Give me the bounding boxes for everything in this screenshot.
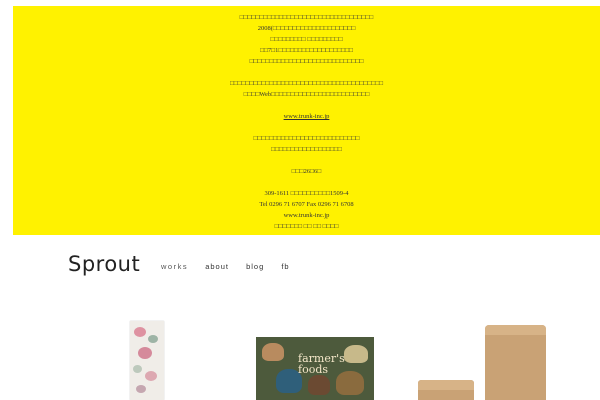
work-thumbnail-envelope-small[interactable] bbox=[418, 380, 474, 400]
work-thumbnail-envelope-tall[interactable] bbox=[485, 325, 546, 400]
banner-phone: Tel 0296 71 6707 Fax 0296 71 6708 bbox=[259, 201, 354, 208]
work-thumbnail-floral-bookmark[interactable] bbox=[130, 321, 164, 400]
banner-line: □□□□□□□□□□□□□□□□□□□□□□□□□□□□□□□□□□ bbox=[239, 14, 374, 21]
banner-line: □□7□1□□□□□□□□□□□□□□□□□□□ bbox=[260, 47, 353, 54]
banner-line: □□□□□□□□□ □□□□□□□□□ bbox=[270, 36, 343, 43]
nav-item-about[interactable]: about bbox=[205, 262, 229, 271]
banner-company: □□□□□□□ □□ □□ □□□□ bbox=[274, 223, 339, 230]
banner-address: 309-1611 □□□□□□□□□□1509-4 bbox=[264, 190, 349, 197]
banner-line: □□□□Web□□□□□□□□□□□□□□□□□□□□□□□□□ bbox=[243, 91, 370, 98]
work-thumbnail-farmers-foods[interactable]: farmer's foods bbox=[256, 337, 374, 400]
site-nav: Sprout works about blog fb bbox=[68, 252, 588, 282]
thumbnail-title: farmer's foods bbox=[298, 352, 345, 376]
announcement-banner: □□□□□□□□□□□□□□□□□□□□□□□□□□□□□□□□□□ 2008(… bbox=[13, 6, 600, 235]
banner-website: www.trunk-inc.jp bbox=[283, 212, 330, 219]
banner-line: □□□□□□□□□□□□□□□□□□ bbox=[271, 146, 342, 153]
nav-menu: works about blog fb bbox=[161, 262, 305, 271]
banner-date: □□□26□6□ bbox=[291, 168, 322, 175]
site-logo[interactable]: Sprout bbox=[68, 252, 140, 276]
banner-line: □□□□□□□□□□□□□□□□□□□□□□□□□□□□□ bbox=[249, 58, 364, 65]
nav-item-fb[interactable]: fb bbox=[281, 262, 289, 271]
banner-line: □□□□□□□□□□□□□□□□□□□□□□□□□□□□□□□□□□□□□□□ bbox=[229, 80, 384, 87]
nav-item-blog[interactable]: blog bbox=[246, 262, 264, 271]
banner-line: 2008(□□□□□□□□□□□□□□□□□□□□□ bbox=[257, 25, 356, 32]
nav-item-works[interactable]: works bbox=[161, 262, 188, 271]
banner-line: □□□□□□□□□□□□□□□□□□□□□□□□□□□ bbox=[253, 135, 360, 142]
trunk-website-link[interactable]: www.trunk-inc.jp bbox=[13, 111, 600, 122]
